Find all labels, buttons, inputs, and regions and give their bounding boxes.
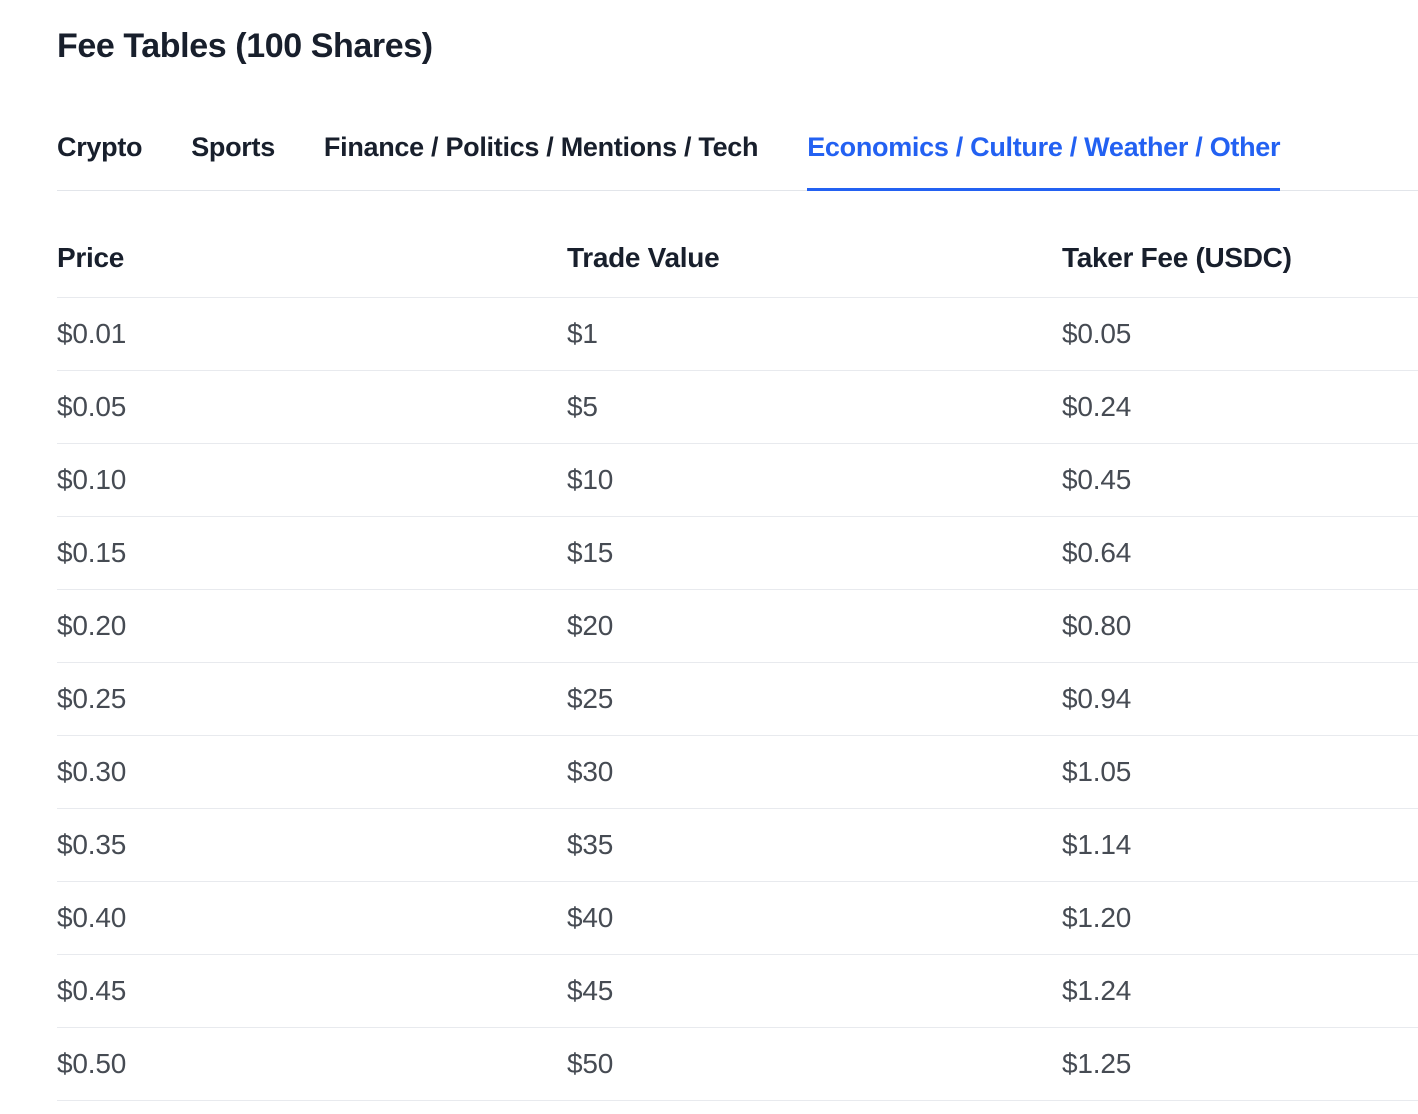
taker-fee-cell: $1.05 — [1062, 736, 1418, 809]
tab-finance-politics-mentions-tech[interactable]: Finance / Politics / Mentions / Tech — [324, 130, 758, 190]
trade-value-cell: $25 — [567, 663, 1062, 736]
fee-category-tabs: Crypto Sports Finance / Politics / Mention… — [57, 130, 1418, 191]
taker-fee-cell: $0.45 — [1062, 444, 1418, 517]
taker-fee-cell: $1.25 — [1062, 1028, 1418, 1101]
table-row: $0.40$40$1.20 — [57, 882, 1418, 955]
tab-crypto[interactable]: Crypto — [57, 130, 142, 190]
trade-value-cell: $50 — [567, 1028, 1062, 1101]
trade-value-cell: $40 — [567, 882, 1062, 955]
taker-fee-cell: $0.94 — [1062, 663, 1418, 736]
fee-table: PriceTrade ValueTaker Fee (USDC) $0.01$1… — [57, 241, 1418, 1101]
table-row: $0.20$20$0.80 — [57, 590, 1418, 663]
table-row: $0.15$15$0.64 — [57, 517, 1418, 590]
taker-fee-cell: $0.05 — [1062, 298, 1418, 371]
price-cell: $0.10 — [57, 444, 567, 517]
fee-table-header-row: PriceTrade ValueTaker Fee (USDC) — [57, 241, 1418, 298]
price-cell: $0.35 — [57, 809, 567, 882]
table-row: $0.25$25$0.94 — [57, 663, 1418, 736]
trade-value-cell: $30 — [567, 736, 1062, 809]
trade-value-cell: $20 — [567, 590, 1062, 663]
taker-fee-cell: $1.24 — [1062, 955, 1418, 1028]
price-cell: $0.25 — [57, 663, 567, 736]
trade-value-cell: $35 — [567, 809, 1062, 882]
trade-value-cell: $15 — [567, 517, 1062, 590]
price-cell: $0.45 — [57, 955, 567, 1028]
price-cell: $0.15 — [57, 517, 567, 590]
trade-value-cell: $45 — [567, 955, 1062, 1028]
table-row: $0.35$35$1.14 — [57, 809, 1418, 882]
column-header-taker-fee: Taker Fee (USDC) — [1062, 241, 1418, 298]
table-row: $0.05$5$0.24 — [57, 371, 1418, 444]
price-cell: $0.50 — [57, 1028, 567, 1101]
fee-tables-page: Fee Tables (100 Shares) Crypto Sports Fina… — [0, 0, 1418, 1101]
table-row: $0.10$10$0.45 — [57, 444, 1418, 517]
price-cell: $0.20 — [57, 590, 567, 663]
price-cell: $0.30 — [57, 736, 567, 809]
price-cell: $0.05 — [57, 371, 567, 444]
taker-fee-cell: $0.64 — [1062, 517, 1418, 590]
trade-value-cell: $1 — [567, 298, 1062, 371]
trade-value-cell: $5 — [567, 371, 1062, 444]
taker-fee-cell: $1.14 — [1062, 809, 1418, 882]
taker-fee-cell: $0.80 — [1062, 590, 1418, 663]
tab-sports[interactable]: Sports — [191, 130, 275, 190]
table-row: $0.30$30$1.05 — [57, 736, 1418, 809]
page-title: Fee Tables (100 Shares) — [57, 24, 1418, 68]
column-header-trade-value: Trade Value — [567, 241, 1062, 298]
column-header-price: Price — [57, 241, 567, 298]
table-row: $0.45$45$1.24 — [57, 955, 1418, 1028]
table-row: $0.50$50$1.25 — [57, 1028, 1418, 1101]
tab-economics-culture-weather-other[interactable]: Economics / Culture / Weather / Other — [807, 130, 1280, 190]
trade-value-cell: $10 — [567, 444, 1062, 517]
table-row: $0.01$1$0.05 — [57, 298, 1418, 371]
taker-fee-cell: $1.20 — [1062, 882, 1418, 955]
fee-table-body: $0.01$1$0.05$0.05$5$0.24$0.10$10$0.45$0.… — [57, 298, 1418, 1101]
price-cell: $0.01 — [57, 298, 567, 371]
fee-table-header: PriceTrade ValueTaker Fee (USDC) — [57, 241, 1418, 298]
taker-fee-cell: $0.24 — [1062, 371, 1418, 444]
price-cell: $0.40 — [57, 882, 567, 955]
